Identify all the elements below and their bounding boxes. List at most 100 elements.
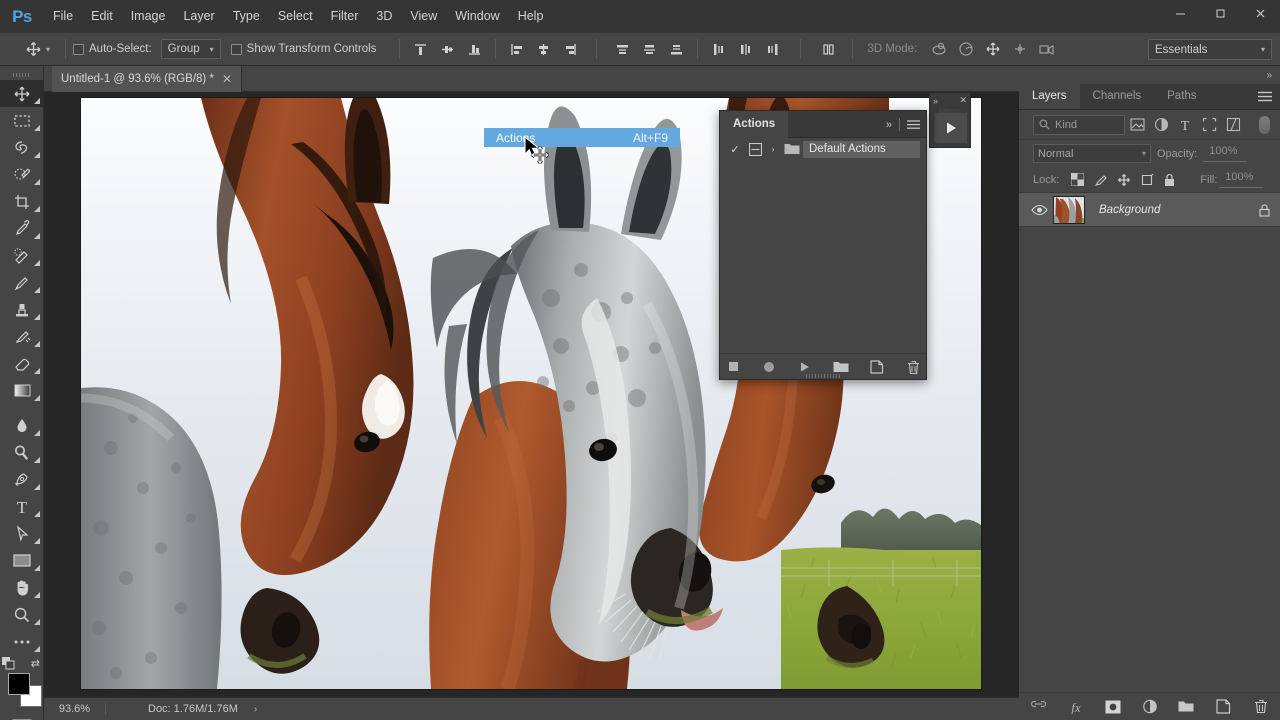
brush-tool[interactable] (0, 269, 44, 296)
lock-transparent-pixels-icon[interactable] (1067, 170, 1088, 190)
double-chevron-icon[interactable]: » (886, 119, 892, 131)
close-button[interactable] (1240, 0, 1280, 26)
list-item[interactable]: ✓ › Default Actions (720, 138, 926, 160)
menu-window[interactable]: Window (446, 0, 508, 33)
menu-help[interactable]: Help (509, 0, 553, 33)
filter-pixel-layers-icon[interactable] (1125, 114, 1149, 136)
blend-mode-dropdown[interactable]: Normal ▾ (1033, 144, 1151, 163)
link-layers-icon[interactable] (1029, 697, 1049, 717)
new-layer-icon[interactable] (1214, 697, 1234, 717)
menu-view[interactable]: View (401, 0, 446, 33)
create-new-action-icon[interactable] (867, 357, 887, 377)
spot-healing-brush-tool[interactable] (0, 242, 44, 269)
action-set-name[interactable]: Default Actions (803, 140, 920, 158)
table-row[interactable]: Background (1019, 193, 1280, 227)
roll-3d-icon[interactable] (952, 37, 979, 61)
distribute-left-edges-icon[interactable] (705, 37, 732, 61)
double-chevron-icon[interactable]: » (933, 96, 938, 106)
default-colors-icon[interactable] (2, 657, 15, 670)
align-top-edges-icon[interactable] (407, 37, 434, 61)
menu-3d[interactable]: 3D (367, 0, 401, 33)
type-tool[interactable]: T (0, 493, 44, 520)
edit-toolbar-more-icon[interactable] (0, 628, 44, 655)
panel-menu-icon[interactable] (1258, 91, 1272, 102)
distribute-right-edges-icon[interactable] (759, 37, 786, 61)
move-tool[interactable] (0, 80, 44, 107)
lock-artboard-nesting-icon[interactable] (1136, 170, 1157, 190)
distribute-vertical-centers-icon[interactable] (636, 37, 663, 61)
minimize-button[interactable] (1160, 0, 1200, 26)
tab-channels[interactable]: Channels (1080, 83, 1155, 109)
auto-select-target-dropdown[interactable]: Group ▾ (160, 39, 221, 59)
stop-recording-icon[interactable] (723, 357, 743, 377)
hand-tool[interactable] (0, 574, 44, 601)
eraser-tool[interactable] (0, 350, 44, 377)
show-transform-controls-checkbox[interactable]: Show Transform Controls (230, 43, 376, 55)
show-transform-box[interactable] (230, 43, 242, 55)
pen-tool[interactable] (0, 466, 44, 493)
filter-smart-objects-icon[interactable] (1221, 114, 1245, 136)
crop-tool[interactable] (0, 188, 44, 215)
filter-type-layers-icon[interactable]: T (1173, 114, 1197, 136)
distribute-bottom-edges-icon[interactable] (663, 37, 690, 61)
tool-preset-chevron-icon[interactable]: ▾ (46, 45, 50, 54)
layer-thumbnail[interactable] (1053, 195, 1085, 224)
library-panel-popup[interactable]: » ✕ Library (929, 92, 971, 148)
toolbar-grip[interactable] (0, 66, 43, 80)
filter-adjustment-layers-icon[interactable] (1149, 114, 1173, 136)
actions-list[interactable]: ✓ › Default Actions (720, 138, 926, 353)
toggle-dialog-icon[interactable] (745, 142, 765, 156)
align-left-edges-icon[interactable] (503, 37, 530, 61)
eye-icon[interactable] (1025, 204, 1053, 216)
opacity-input[interactable]: 100% (1203, 145, 1248, 162)
distribute-top-edges-icon[interactable] (609, 37, 636, 61)
menu-select[interactable]: Select (269, 0, 322, 33)
maximize-button[interactable] (1200, 0, 1240, 26)
menu-type[interactable]: Type (224, 0, 269, 33)
new-adjustment-layer-icon[interactable] (1140, 697, 1160, 717)
align-bottom-edges-icon[interactable] (461, 37, 488, 61)
layer-name[interactable]: Background (1085, 204, 1248, 216)
align-horizontal-centers-icon[interactable] (530, 37, 557, 61)
zoom-level[interactable]: 93.6% (44, 703, 106, 715)
orbit-3d-icon[interactable] (925, 37, 952, 61)
align-right-edges-icon[interactable] (557, 37, 584, 61)
action-set-enabled-checkmark[interactable]: ✓ (725, 143, 745, 156)
menu-image[interactable]: Image (122, 0, 175, 33)
slide-3d-icon[interactable] (1006, 37, 1033, 61)
layer-style-fx-icon[interactable]: fx (1066, 697, 1086, 717)
quick-selection-tool[interactable] (0, 161, 44, 188)
add-layer-mask-icon[interactable] (1103, 697, 1123, 717)
blur-tool[interactable] (0, 412, 44, 439)
fill-input[interactable]: 100% (1219, 171, 1264, 188)
swap-colors-icon[interactable]: ⇄ (31, 657, 40, 670)
tab-layers[interactable]: Layers (1019, 83, 1080, 109)
menu-item-actions[interactable]: Actions Alt+F9 (484, 128, 680, 147)
filter-enable-toggle[interactable] (1259, 115, 1270, 134)
delete-layer-icon[interactable] (1251, 697, 1271, 717)
status-menu-arrow-icon[interactable]: › (254, 704, 257, 715)
foreground-color-swatch[interactable] (8, 673, 30, 695)
align-vertical-centers-icon[interactable] (434, 37, 461, 61)
lock-all-icon[interactable] (1159, 170, 1180, 190)
eyedropper-tool[interactable] (0, 215, 44, 242)
dodge-tool[interactable] (0, 439, 44, 466)
zoom-tool[interactable] (0, 601, 44, 628)
auto-select-box[interactable] (73, 43, 85, 55)
close-icon[interactable]: ✕ (222, 73, 232, 85)
delete-icon[interactable] (903, 357, 923, 377)
filter-kind-dropdown[interactable]: Kind (1033, 114, 1125, 135)
document-tab[interactable]: Untitled-1 @ 93.6% (RGB/8) * ✕ (52, 66, 242, 92)
menu-edit[interactable]: Edit (82, 0, 122, 33)
rectangle-tool[interactable] (0, 547, 44, 574)
pan-3d-icon[interactable] (979, 37, 1006, 61)
tab-actions[interactable]: Actions (720, 110, 789, 138)
auto-align-layers-icon[interactable] (815, 37, 842, 61)
begin-recording-icon[interactable] (759, 357, 779, 377)
menu-file[interactable]: File (44, 0, 82, 33)
distribute-horizontal-centers-icon[interactable] (732, 37, 759, 61)
zoom-3d-icon[interactable] (1033, 37, 1060, 61)
play-icon[interactable] (935, 113, 967, 143)
panel-resize-grip[interactable] (806, 374, 840, 378)
filter-shape-layers-icon[interactable] (1197, 114, 1221, 136)
